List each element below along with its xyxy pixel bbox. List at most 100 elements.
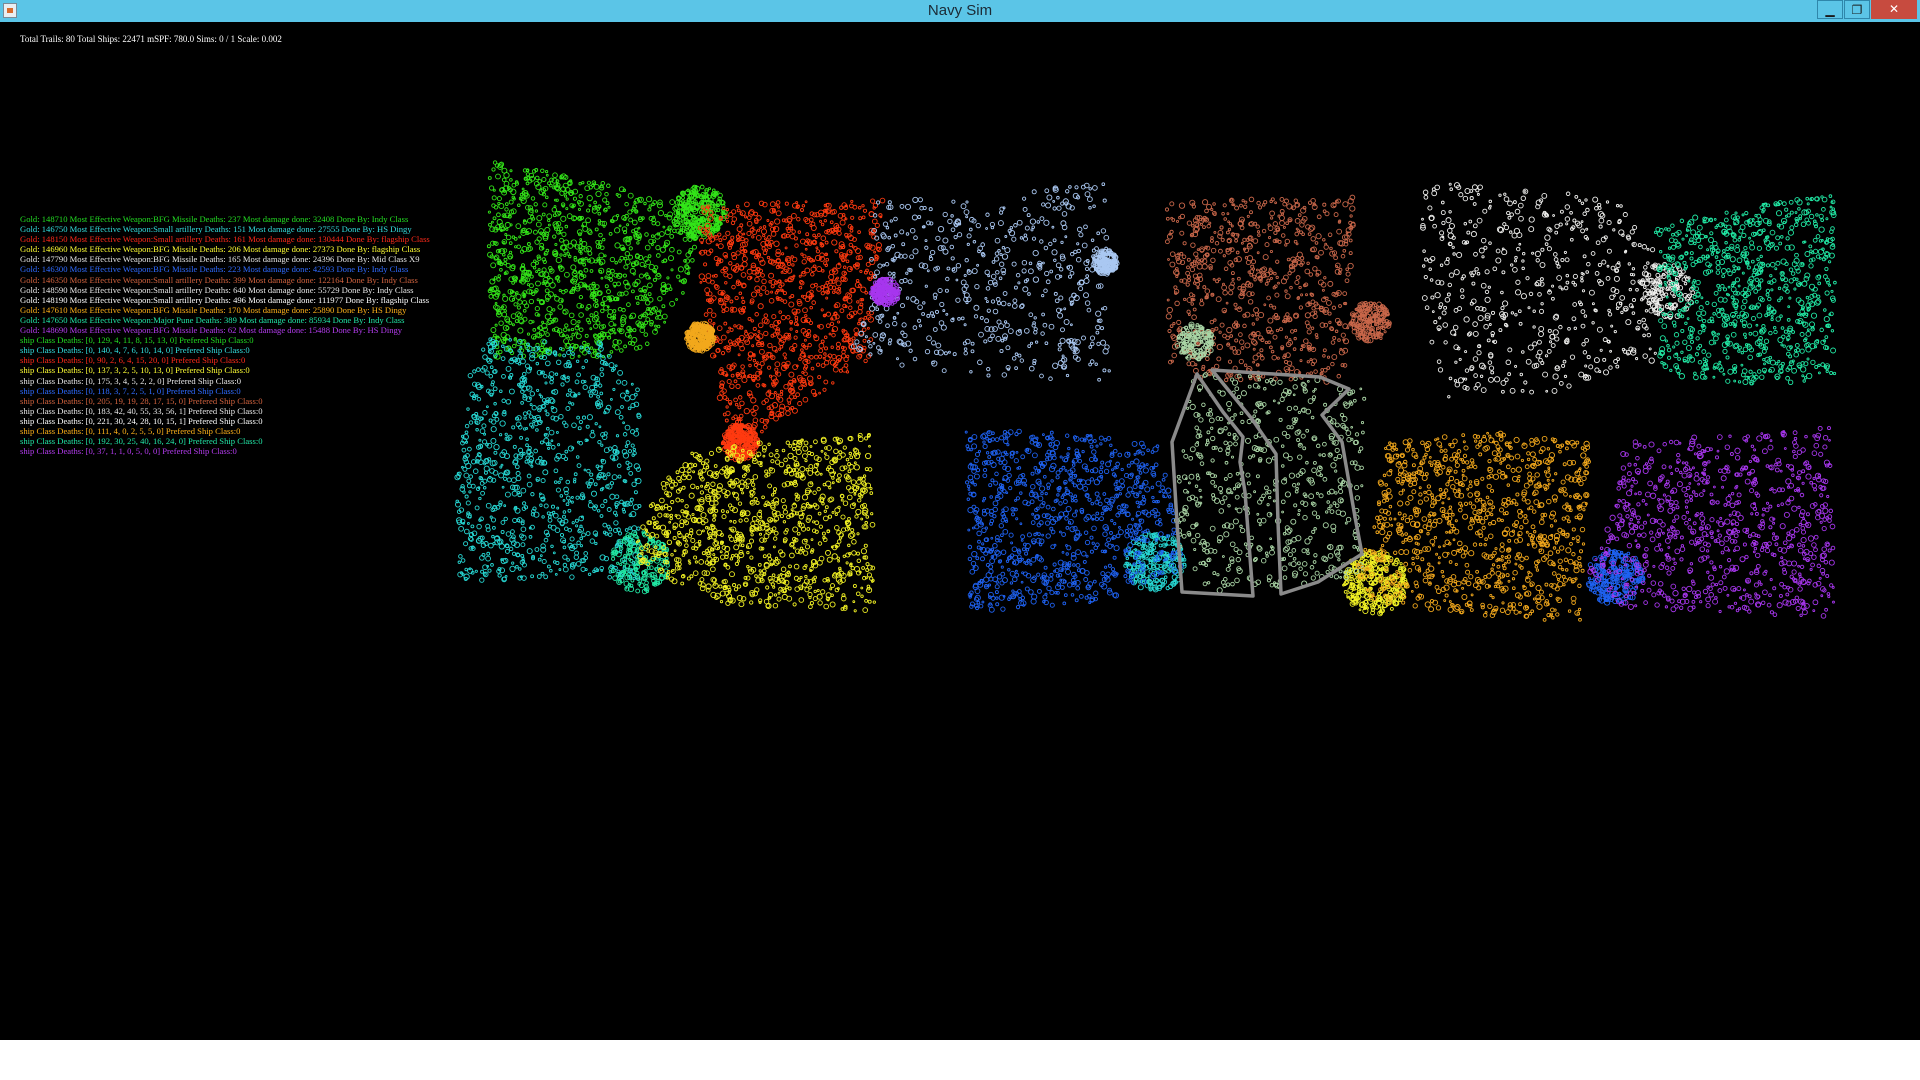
- ship-marker: [935, 342, 942, 349]
- ship-marker: [1462, 385, 1468, 390]
- ship-marker: [783, 384, 789, 390]
- ship-marker: [1095, 310, 1102, 317]
- ship-marker: [1544, 354, 1549, 358]
- ship-marker: [1722, 372, 1726, 376]
- ship-marker: [493, 333, 497, 338]
- ship-marker: [850, 199, 854, 203]
- ship-marker: [1307, 232, 1312, 236]
- ship-marker: [1234, 338, 1239, 343]
- ship-marker: [1501, 270, 1506, 275]
- ship-marker: [1027, 292, 1031, 296]
- ship-marker: [811, 300, 817, 305]
- ship-marker: [1628, 287, 1632, 292]
- ship-marker: [848, 305, 853, 310]
- ship-marker: [1527, 344, 1534, 351]
- ship-marker: [501, 305, 505, 309]
- ship-marker: [606, 289, 611, 295]
- ship-marker: [769, 201, 776, 208]
- ship-marker: [1775, 362, 1779, 366]
- maximize-button[interactable]: ❐: [1844, 0, 1870, 19]
- ship-marker: [1629, 229, 1635, 235]
- ship-marker: [1214, 326, 1219, 331]
- ship-marker: [1267, 317, 1274, 324]
- ship-marker: [703, 312, 709, 317]
- ship-marker: [1595, 240, 1601, 246]
- ship-marker: [793, 335, 798, 340]
- ship-marker: [1637, 319, 1642, 325]
- ship-marker: [1256, 230, 1261, 234]
- ship-marker: [775, 251, 781, 258]
- ship-marker: [1447, 282, 1453, 288]
- ship-marker: [851, 336, 856, 341]
- ship-marker: [1340, 332, 1346, 338]
- ship-marker: [1238, 306, 1241, 310]
- ship-marker: [1514, 313, 1518, 317]
- ship-marker: [1051, 225, 1055, 229]
- ship-marker: [1347, 262, 1354, 270]
- ship-marker: [804, 267, 811, 274]
- ship-marker: [1448, 222, 1455, 230]
- ship-marker: [747, 316, 752, 321]
- ship-marker: [1269, 216, 1274, 220]
- ship-marker: [665, 283, 672, 290]
- ship-marker: [1605, 275, 1611, 281]
- ship-marker: [536, 215, 543, 222]
- ship-marker: [759, 226, 762, 229]
- ship-marker: [1097, 377, 1101, 382]
- ship-marker: [1012, 298, 1018, 304]
- ship-marker: [661, 304, 666, 309]
- ship-marker: [1518, 215, 1524, 222]
- ship-marker: [1249, 273, 1254, 277]
- ship-marker: [1334, 329, 1339, 334]
- ship-marker: [1642, 353, 1648, 359]
- ship-marker: [508, 215, 512, 219]
- ship-marker: [928, 207, 933, 212]
- ship-marker: [1223, 310, 1227, 314]
- ship-marker: [1440, 200, 1445, 205]
- ship-marker: [787, 401, 792, 405]
- ship-marker: [494, 301, 498, 305]
- ship-marker: [1610, 324, 1614, 328]
- ship-marker: [837, 320, 841, 324]
- ship-marker: [1094, 253, 1098, 257]
- ship-marker: [1292, 347, 1297, 351]
- ship-marker: [773, 240, 780, 247]
- ship-marker: [733, 414, 738, 419]
- ship-marker: [1090, 238, 1095, 242]
- ship-marker: [729, 299, 734, 304]
- ship-marker: [1275, 275, 1279, 280]
- ship-marker: [751, 344, 755, 348]
- ship-marker: [1552, 373, 1559, 380]
- ship-marker: [963, 209, 970, 216]
- ship-marker: [770, 231, 777, 237]
- ship-marker: [1642, 333, 1646, 338]
- ship-marker: [823, 352, 827, 356]
- ship-marker: [1553, 257, 1559, 262]
- ship-marker: [1503, 192, 1507, 196]
- ship-marker: [1234, 307, 1238, 311]
- ship-marker: [1178, 216, 1182, 220]
- close-button[interactable]: ✕: [1871, 0, 1917, 19]
- ship-marker: [1192, 294, 1196, 298]
- ship-marker: [608, 231, 613, 236]
- ship-marker: [965, 215, 969, 219]
- ship-marker: [1446, 292, 1451, 297]
- ship-marker: [803, 371, 808, 376]
- ship-marker: [670, 268, 674, 272]
- ship-marker: [909, 254, 915, 260]
- ship-marker: [1473, 373, 1478, 378]
- ship-marker: [1572, 273, 1578, 279]
- ship-marker: [1658, 310, 1662, 314]
- ship-marker: [985, 286, 991, 291]
- ship-marker: [1580, 228, 1586, 234]
- ship-marker: [1294, 231, 1300, 237]
- ship-marker: [681, 291, 685, 295]
- ship-marker: [502, 240, 506, 244]
- ship-marker: [1222, 282, 1225, 286]
- ship-marker: [1474, 267, 1479, 272]
- ship-marker: [1554, 223, 1560, 229]
- minimize-button[interactable]: ▁: [1817, 0, 1843, 19]
- ship-marker: [699, 184, 705, 190]
- simulation-canvas[interactable]: Total Trails: 80 Total Ships: 22471 mSPF…: [0, 22, 1920, 1040]
- ship-marker: [601, 295, 608, 302]
